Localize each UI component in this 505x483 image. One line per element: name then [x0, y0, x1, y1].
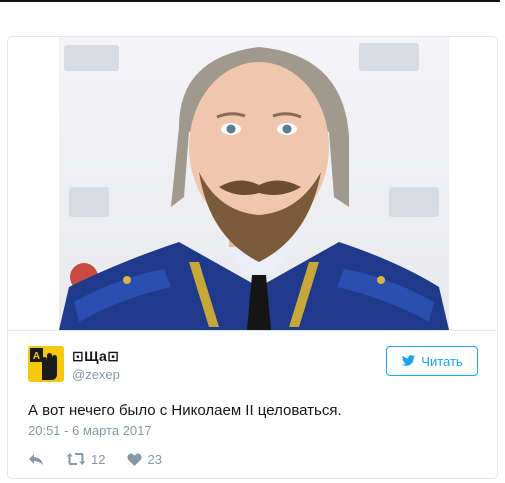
reply-icon — [29, 454, 43, 465]
tweet-actions: 12 23 — [28, 450, 184, 468]
retweet-button[interactable]: 12 — [66, 452, 105, 467]
reply-button[interactable] — [28, 452, 44, 466]
tweet-timestamp[interactable]: 20:51 - 6 марта 2017 — [28, 423, 152, 438]
photo-illustration — [59, 43, 449, 330]
follow-button-label: Читать — [421, 353, 463, 369]
hand-stop-icon: A — [28, 346, 64, 382]
heart-icon — [127, 453, 143, 466]
svg-text:A: A — [33, 351, 40, 362]
top-divider-line — [0, 0, 500, 2]
card-divider — [8, 330, 497, 331]
tweet-card: A ⊡Щa⊡ @zexep Читать А вот нечего было с… — [7, 36, 498, 479]
like-count: 23 — [147, 451, 162, 467]
avatar[interactable]: A — [28, 346, 64, 382]
tweet-photo[interactable] — [59, 37, 449, 330]
username[interactable]: @zexep — [72, 367, 120, 382]
twitter-bird-icon — [402, 355, 416, 366]
like-button[interactable]: 23 — [127, 451, 162, 467]
follow-button[interactable]: Читать — [386, 346, 478, 376]
retweet-icon — [66, 453, 86, 465]
display-name[interactable]: ⊡Щa⊡ — [72, 348, 120, 365]
retweet-count: 12 — [91, 451, 106, 467]
tweet-text: А вот нечего было с Николаем II целовать… — [28, 402, 342, 419]
